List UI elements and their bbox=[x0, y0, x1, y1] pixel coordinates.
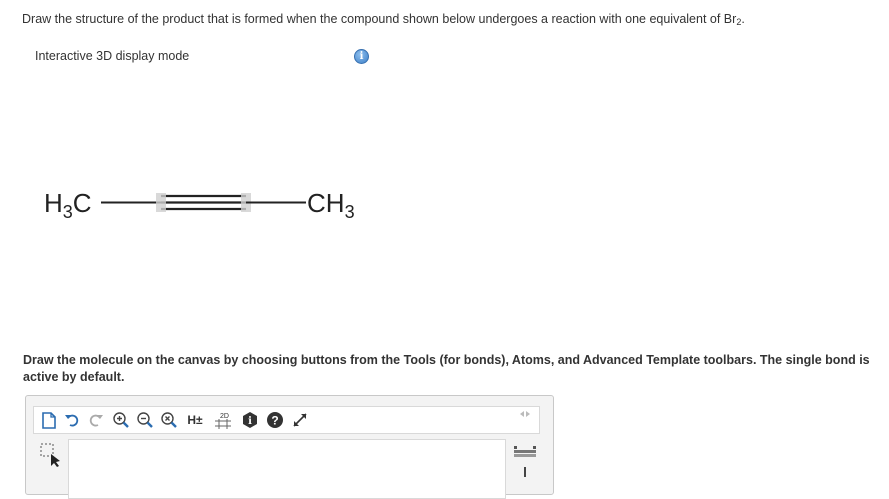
undo-icon[interactable] bbox=[62, 410, 82, 430]
new-document-icon[interactable] bbox=[40, 410, 58, 430]
drawing-canvas[interactable] bbox=[68, 439, 506, 499]
h3c-group: H3C bbox=[44, 188, 92, 222]
hydrogen-toggle-icon[interactable]: H± bbox=[182, 410, 208, 430]
redo-icon[interactable] bbox=[86, 410, 106, 430]
fullscreen-icon[interactable] bbox=[289, 410, 311, 430]
selection-tool-icon[interactable] bbox=[38, 442, 62, 468]
svg-text:2D: 2D bbox=[220, 413, 229, 420]
svg-text:?: ? bbox=[271, 414, 278, 428]
svg-text:i: i bbox=[248, 416, 252, 427]
clean-2d-icon[interactable]: 2D bbox=[210, 410, 236, 430]
scroll-arrows-icon[interactable] bbox=[510, 406, 540, 422]
molecule-editor[interactable]: H± 2D i ? bbox=[25, 395, 554, 499]
clear-icon[interactable] bbox=[158, 410, 180, 430]
template-tool-icon[interactable] bbox=[520, 464, 530, 477]
periodic-table-icon[interactable] bbox=[512, 444, 538, 460]
editor-toolbar: H± 2D i ? bbox=[33, 406, 540, 434]
zoom-out-icon[interactable] bbox=[134, 410, 156, 430]
help-icon[interactable]: ? bbox=[264, 410, 286, 430]
zoom-in-icon[interactable] bbox=[110, 410, 132, 430]
drawing-instructions: Draw the molecule on the canvas by choos… bbox=[23, 353, 870, 384]
alkyne-carbon-left bbox=[156, 193, 166, 212]
info-icon[interactable]: i bbox=[239, 410, 261, 430]
molecule-structure: H3C CH3 bbox=[44, 188, 355, 222]
ch3-group: CH3 bbox=[307, 188, 355, 222]
